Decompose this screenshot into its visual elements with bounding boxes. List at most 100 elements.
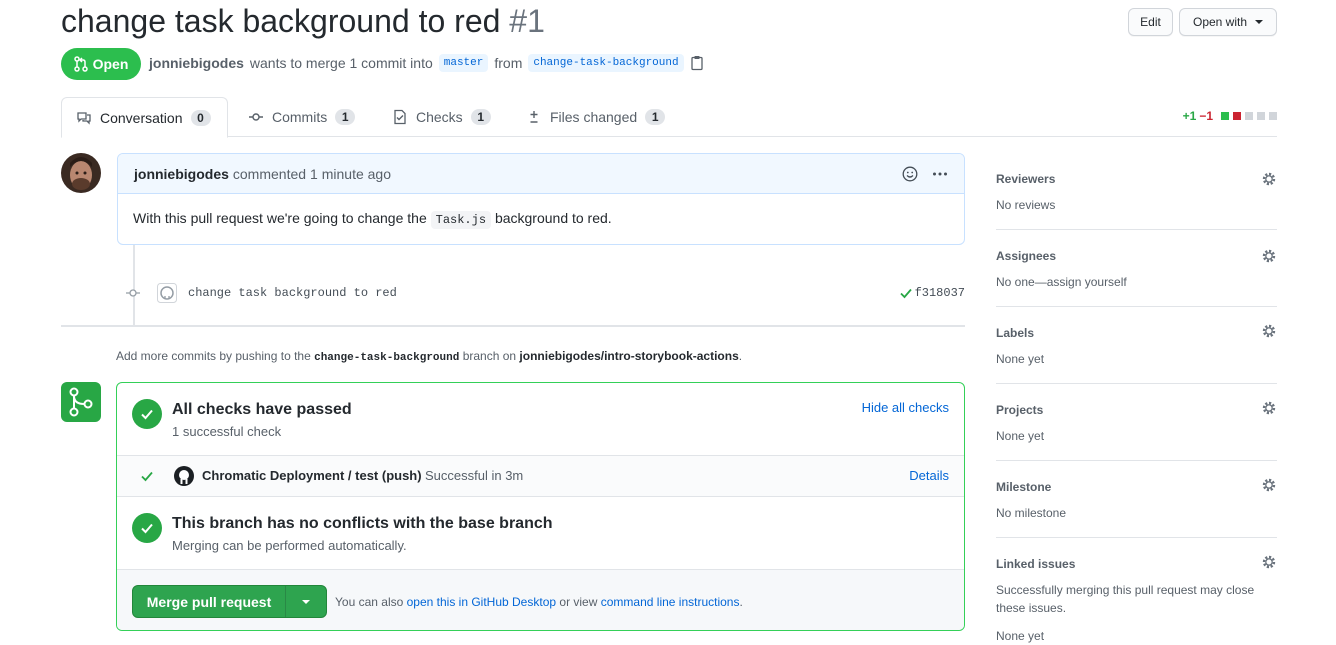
checklist-icon <box>394 109 406 125</box>
check-icon <box>899 288 912 299</box>
check-circle-icon <box>132 399 162 429</box>
merge-method-dropdown[interactable] <box>285 586 326 617</box>
comment-timestamp[interactable]: 1 minute ago <box>310 166 391 182</box>
pr-title-text: change task background to red <box>61 3 501 39</box>
pr-author-link[interactable]: jonniebigodes <box>149 55 244 71</box>
sidebar-linked-issues: Linked issues Successfully merging this … <box>996 538 1277 645</box>
head-branch-tag[interactable]: change-task-background <box>528 54 684 72</box>
chevron-down-icon <box>302 599 310 604</box>
tab-label: Files changed <box>550 109 638 125</box>
conflicts-title: This branch has no conflicts with the ba… <box>172 515 553 532</box>
commit-sha[interactable]: f318037 <box>899 286 965 300</box>
user-avatar-image <box>61 153 101 193</box>
check-icon <box>141 471 153 482</box>
open-with-label: Open with <box>1192 15 1248 29</box>
diffstat-deletions: −1 <box>1199 109 1213 123</box>
hide-checks-link[interactable]: Hide all checks <box>862 400 949 415</box>
tab-files-changed[interactable]: Files changed 1 <box>512 97 679 137</box>
pr-state-badge: Open <box>61 48 141 80</box>
merge-pull-request-button[interactable]: Merge pull request <box>132 585 327 618</box>
edit-button-label: Edit <box>1140 15 1161 29</box>
merge-status-icon <box>61 382 101 422</box>
gear-icon[interactable] <box>1261 323 1277 339</box>
open-desktop-link[interactable]: open this in GitHub Desktop <box>407 595 556 609</box>
open-with-button[interactable]: Open with <box>1179 8 1277 36</box>
or-view-text: or view <box>559 595 598 609</box>
sidebar-heading[interactable]: Milestone <box>996 480 1051 494</box>
check-circle-icon <box>132 513 162 543</box>
smiley-icon[interactable] <box>902 166 918 182</box>
sidebar-description: Successfully merging this pull request m… <box>996 583 1255 615</box>
comment-text-after: background to red. <box>494 210 612 226</box>
diff-icon <box>530 111 538 123</box>
hint-prefix: Add more commits by pushing to the <box>116 349 311 363</box>
chevron-down-icon <box>1255 20 1264 24</box>
sidebar-heading[interactable]: Labels <box>996 326 1034 340</box>
timeline-divider <box>61 325 965 327</box>
merge-box: All checks have passed 1 successful chec… <box>116 382 965 631</box>
commit-sha-text: f318037 <box>914 286 965 300</box>
comment-text-before: With this pull request we're going to ch… <box>133 210 427 226</box>
gear-icon[interactable] <box>1261 400 1277 416</box>
gear-icon[interactable] <box>1261 171 1277 187</box>
also-text: You can also <box>335 595 404 609</box>
tab-label: Conversation <box>100 109 183 126</box>
pr-number: #1 <box>509 3 545 39</box>
sidebar-heading[interactable]: Linked issues <box>996 557 1075 571</box>
checks-subtitle: 1 successful check <box>172 424 282 439</box>
sidebar-heading[interactable]: Projects <box>996 403 1043 417</box>
check-icon <box>141 523 153 534</box>
merge-button-main[interactable]: Merge pull request <box>133 586 285 617</box>
diffstat-block-neutral <box>1269 112 1277 120</box>
sidebar-value: None yet <box>996 629 1045 643</box>
diffstat[interactable]: +1 −1 <box>1183 109 1277 123</box>
diffstat-block-deleted <box>1233 112 1241 120</box>
gear-icon[interactable] <box>1261 554 1277 570</box>
check-details-link[interactable]: Details <box>909 468 949 483</box>
sidebar-value: None yet <box>996 352 1045 366</box>
comment-actions <box>902 166 948 182</box>
avatar[interactable] <box>61 153 101 193</box>
commit-message[interactable]: change task background to red <box>188 286 397 300</box>
comment-header: jonniebigodes commented 1 minute ago <box>118 154 964 194</box>
checks-title: All checks have passed <box>172 401 352 418</box>
comment-body: With this pull request we're going to ch… <box>118 194 964 243</box>
pr-action-text: wants to merge 1 commit into <box>249 55 433 71</box>
comment-action: commented <box>232 165 307 182</box>
tab-label: Checks <box>416 109 463 125</box>
hint-branch: change-task-background <box>314 352 460 364</box>
tab-checks[interactable]: Checks 1 <box>378 97 505 137</box>
comment-box: jonniebigodes commented 1 minute ago Wit… <box>117 153 965 245</box>
check-name: Chromatic Deployment / test (push) <box>202 468 422 483</box>
clipboard-icon[interactable] <box>690 55 704 71</box>
check-icon <box>141 409 153 420</box>
sidebar-value: No reviews <box>996 198 1056 212</box>
kebab-horizontal-icon[interactable] <box>932 166 948 182</box>
github-mark-icon[interactable] <box>157 283 177 303</box>
tab-commits[interactable]: Commits 1 <box>234 97 369 137</box>
pr-meta: jonniebigodes wants to merge 1 commit in… <box>149 54 704 72</box>
gear-icon[interactable] <box>1261 477 1277 493</box>
sidebar-value: No milestone <box>996 506 1067 520</box>
comment-author-link[interactable]: jonniebigodes <box>134 166 229 182</box>
hint-suffix: . <box>738 349 743 363</box>
git-commit-icon <box>126 289 140 297</box>
sidebar-value[interactable]: No one—assign yourself <box>996 273 1127 291</box>
cli-instructions-link[interactable]: command line instructions <box>601 595 740 609</box>
tab-conversation[interactable]: Conversation 0 <box>61 97 228 138</box>
sidebar-heading[interactable]: Reviewers <box>996 172 1055 186</box>
edit-button[interactable]: Edit <box>1128 8 1173 36</box>
merge-button-label: Merge pull request <box>146 593 272 610</box>
from-text: from <box>494 55 523 71</box>
base-branch-tag[interactable]: master <box>438 54 489 72</box>
push-hint: Add more commits by pushing to the chang… <box>116 349 742 364</box>
hint-repo-link[interactable]: jonniebigodes/intro-storybook-actions <box>519 349 738 363</box>
sidebar-heading[interactable]: Assignees <box>996 249 1056 263</box>
git-commit-icon <box>249 113 263 121</box>
sidebar-assignees: Assignees No one—assign yourself <box>996 230 1277 307</box>
pr-title: change task background to red #1 <box>61 3 545 40</box>
gear-icon[interactable] <box>1261 248 1277 264</box>
sidebar-milestone: Milestone No milestone <box>996 461 1277 538</box>
tab-counter: 1 <box>470 109 491 125</box>
sidebar-labels: Labels None yet <box>996 307 1277 384</box>
